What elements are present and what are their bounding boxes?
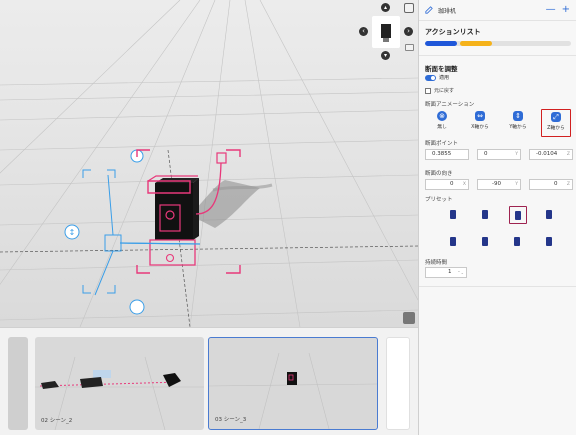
preset-thumbnail-icon <box>514 237 520 246</box>
preset-thumbnail-icon <box>515 211 521 220</box>
scene-thumbnail[interactable] <box>8 337 28 430</box>
preset-option[interactable] <box>509 233 527 251</box>
remove-button[interactable]: — <box>546 5 556 15</box>
preset-thumbnail-icon <box>546 210 552 219</box>
animation-options: ⊗ 無し ⇔ X軸から ⇕ Y軸から ⤢ Z軸から <box>427 109 573 139</box>
direction-fields: 0X -90 Y 0Z <box>425 179 573 190</box>
preset-thumbnail-icon <box>482 237 488 246</box>
floor-grid <box>0 0 418 327</box>
z-axis-icon: ⤢ <box>551 112 561 122</box>
add-button[interactable]: + <box>562 5 570 15</box>
x-axis-icon: ⇔ <box>475 111 485 121</box>
viewport-settings-icon[interactable] <box>404 3 414 13</box>
rotate-x-handle-icon[interactable] <box>129 299 145 315</box>
preset-thumbnail-icon <box>450 210 456 219</box>
preset-option[interactable] <box>541 233 559 251</box>
mini-model-icon <box>381 24 391 42</box>
action-segment-1[interactable] <box>425 41 458 46</box>
direction-z-field[interactable]: 0Z <box>529 179 573 190</box>
none-icon: ⊗ <box>437 111 447 121</box>
x-axis-line <box>0 245 418 253</box>
nav-next-icon[interactable]: › <box>404 27 413 36</box>
point-x-field[interactable]: 0.3855 <box>425 149 469 160</box>
camera-icon[interactable] <box>405 44 414 51</box>
animation-option-y[interactable]: ⇕ Y軸から <box>503 109 533 137</box>
layers-icon[interactable] <box>403 312 415 324</box>
apply-toggle[interactable] <box>425 74 436 81</box>
scene-label: 03 シーン_3 <box>215 417 247 423</box>
duration-field[interactable]: 1 ⌃⌄ <box>425 267 467 278</box>
action-segment-2[interactable] <box>460 41 493 46</box>
direction-label: 断面の向き <box>425 171 453 177</box>
nav-prev-icon[interactable]: ‹ <box>359 27 368 36</box>
apply-label: 適用 <box>439 75 450 81</box>
duration-label: 持続時間 <box>425 260 448 266</box>
panel-header: 珈琲机 — + <box>419 0 576 21</box>
point-z-field[interactable]: -0.0104 Z <box>529 149 573 160</box>
scene-thumbnail[interactable] <box>386 337 410 430</box>
reset-label: 元に戻す <box>434 88 455 94</box>
preset-option[interactable] <box>445 206 463 224</box>
preset-label: プリセット <box>425 197 453 203</box>
scene-label: 02 シーン_2 <box>41 418 73 424</box>
scene-strip: 02 シーン_2 03 シーン_3 <box>0 327 418 435</box>
stepper-icon[interactable]: ⌃⌄ <box>457 268 464 277</box>
scene-thumbnail-selected[interactable]: 03 シーン_3 <box>208 337 378 430</box>
preset-thumbnail-icon <box>546 237 552 246</box>
property-panel: 珈琲机 — + アクションリスト 断面を調整 適用 元に戻す 断面アニメーション… <box>418 0 576 435</box>
y-axis-icon: ⇕ <box>513 111 523 121</box>
animation-option-x[interactable]: ⇔ X軸から <box>465 109 495 137</box>
preset-option[interactable] <box>477 233 495 251</box>
animation-label: 断面アニメーション <box>425 102 475 108</box>
object-name: 珈琲机 <box>438 7 457 15</box>
divider <box>419 55 576 56</box>
action-list-title: アクションリスト <box>425 28 481 36</box>
direction-x-field[interactable]: 0X <box>425 179 469 190</box>
point-fields: 0.3855 0Y -0.0104 Z <box>425 149 573 160</box>
action-timeline-bar[interactable] <box>425 41 571 46</box>
edit-icon[interactable] <box>425 6 433 14</box>
coffee-machine-model[interactable] <box>119 152 227 266</box>
preset-option[interactable] <box>445 233 463 251</box>
animation-option-none[interactable]: ⊗ 無し <box>427 109 457 137</box>
scene-canvas: ↕ <box>0 0 418 327</box>
preset-thumbnail-icon <box>482 210 488 219</box>
scene-thumbnail[interactable]: 02 シーン_2 <box>35 337 204 430</box>
svg-text:↕: ↕ <box>69 228 76 237</box>
apply-row: 適用 <box>425 74 449 81</box>
point-label: 断面ポイント <box>425 141 459 147</box>
preset-option[interactable] <box>477 206 495 224</box>
3d-viewport[interactable]: ↕ ▴ ‹ › ▾ <box>0 0 418 327</box>
preset-grid <box>425 204 571 256</box>
app-window: ↕ ▴ ‹ › ▾ 珈琲机 — + アクションリスト 断面を調整 適用 元に戻す… <box>0 0 576 435</box>
direction-y-field[interactable]: -90 Y <box>477 179 521 190</box>
view-cube-preview[interactable] <box>372 16 400 48</box>
reset-checkbox[interactable] <box>425 87 431 94</box>
reset-row: 元に戻す <box>425 87 454 94</box>
point-y-field[interactable]: 0Y <box>477 149 521 160</box>
preset-option[interactable] <box>541 206 559 224</box>
nav-down-icon[interactable]: ▾ <box>381 51 390 60</box>
divider <box>419 286 576 287</box>
nav-up-icon[interactable]: ▴ <box>381 3 390 12</box>
preset-option[interactable] <box>509 206 527 224</box>
animation-option-z[interactable]: ⤢ Z軸から <box>541 109 571 137</box>
section-title: 断面を調整 <box>425 65 458 73</box>
preset-thumbnail-icon <box>450 237 456 246</box>
